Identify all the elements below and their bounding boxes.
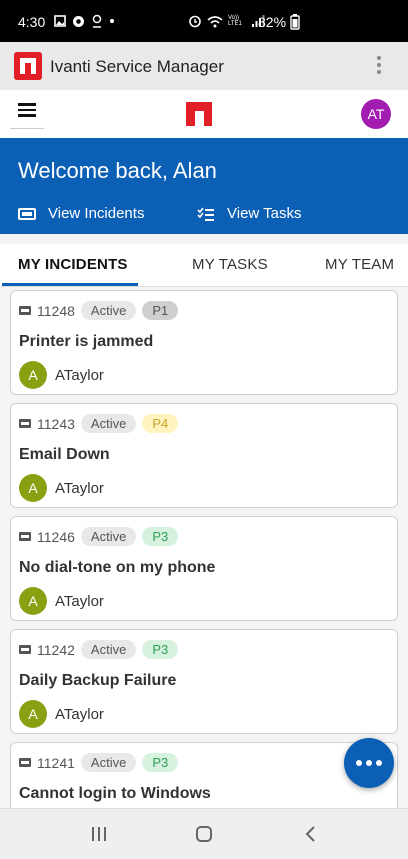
brand-logo-icon bbox=[186, 102, 212, 126]
dot-icon bbox=[366, 760, 372, 766]
priority-badge: P3 bbox=[142, 640, 179, 659]
incident-card[interactable]: 11243 Active P4 Email Down A ATaylor bbox=[10, 403, 398, 508]
status-badge: Active bbox=[80, 527, 137, 546]
incident-card[interactable]: 11241 Active P3 Cannot login to Windows bbox=[10, 742, 398, 808]
ivanti-logo-icon bbox=[14, 52, 42, 80]
incident-title: Email Down bbox=[19, 446, 110, 463]
incident-id: 11241 bbox=[37, 754, 75, 771]
incident-meta: 11243 Active P4 bbox=[19, 414, 179, 433]
view-tasks-label: View Tasks bbox=[227, 205, 302, 222]
assignee-name: ATaylor bbox=[55, 479, 104, 497]
welcome-banner: Welcome back, Alan View Incidents View T… bbox=[0, 138, 408, 234]
image-icon bbox=[54, 15, 66, 27]
incident-meta: 11241 Active P3 bbox=[19, 753, 179, 772]
assignee-avatar: A bbox=[19, 474, 47, 502]
assignee-name: ATaylor bbox=[55, 366, 104, 384]
battery-status: 82% bbox=[258, 14, 300, 30]
top-navigation: AT bbox=[0, 90, 408, 139]
incident-assignee: A ATaylor bbox=[19, 361, 104, 389]
ticket-icon bbox=[19, 306, 31, 315]
incident-assignee: A ATaylor bbox=[19, 700, 104, 728]
view-tasks-button[interactable]: View Tasks bbox=[197, 205, 301, 222]
dot-icon bbox=[110, 19, 114, 23]
ticket-icon bbox=[19, 758, 31, 767]
status-time: 4:30 bbox=[18, 14, 46, 30]
more-actions-button[interactable] bbox=[344, 738, 394, 788]
ticket-icon bbox=[19, 419, 31, 428]
priority-badge: P3 bbox=[142, 753, 179, 772]
wifi-icon bbox=[207, 15, 223, 27]
system-nav-bar bbox=[0, 808, 408, 859]
incident-meta: 11248 Active P1 bbox=[19, 301, 179, 320]
app-bar: Ivanti Service Manager bbox=[0, 42, 408, 91]
recents-icon[interactable] bbox=[84, 823, 114, 845]
dot-icon bbox=[376, 760, 382, 766]
menu-icon[interactable] bbox=[10, 100, 44, 129]
welcome-heading: Welcome back, Alan bbox=[18, 158, 217, 183]
incident-id: 11243 bbox=[37, 415, 75, 432]
assignee-avatar: A bbox=[19, 587, 47, 615]
checklist-icon bbox=[197, 207, 214, 221]
home-icon[interactable] bbox=[189, 823, 219, 845]
priority-badge: P4 bbox=[142, 414, 179, 433]
incident-title: Printer is jammed bbox=[19, 333, 154, 350]
status-bar: 4:30 Vo)) LTE1 82% bbox=[0, 0, 408, 42]
priority-badge: P1 bbox=[142, 301, 179, 320]
battery-percent: 82% bbox=[258, 14, 287, 30]
record-icon bbox=[73, 15, 84, 27]
ticket-icon bbox=[19, 645, 31, 654]
tab-my-tasks[interactable]: MY TASKS bbox=[192, 256, 268, 273]
user-avatar[interactable]: AT bbox=[361, 99, 391, 129]
incident-meta: 11246 Active P3 bbox=[19, 527, 179, 546]
alarm-icon bbox=[189, 15, 201, 28]
incident-card[interactable]: 11246 Active P3 No dial-tone on my phone… bbox=[10, 516, 398, 621]
app-title: Ivanti Service Manager bbox=[50, 57, 224, 76]
view-incidents-button[interactable]: View Incidents bbox=[18, 205, 144, 222]
view-incidents-label: View Incidents bbox=[48, 205, 145, 222]
overflow-menu-button[interactable] bbox=[372, 54, 386, 78]
assignee-avatar: A bbox=[19, 361, 47, 389]
incident-card[interactable]: 11248 Active P1 Printer is jammed A ATay… bbox=[10, 290, 398, 395]
dot-icon bbox=[356, 760, 362, 766]
tab-my-team[interactable]: MY TEAM bbox=[325, 256, 394, 273]
incident-title: Cannot login to Windows bbox=[19, 785, 211, 802]
incident-title: No dial-tone on my phone bbox=[19, 559, 216, 576]
network-label: Vo)) LTE1 bbox=[228, 15, 242, 27]
location-icon bbox=[92, 14, 102, 28]
system-icons: Vo)) LTE1 bbox=[188, 14, 265, 28]
priority-badge: P3 bbox=[142, 527, 179, 546]
ticket-icon bbox=[19, 532, 31, 541]
assignee-name: ATaylor bbox=[55, 592, 104, 610]
status-badge: Active bbox=[80, 301, 137, 320]
battery-icon bbox=[290, 14, 300, 30]
incident-card[interactable]: 11242 Active P3 Daily Backup Failure A A… bbox=[10, 629, 398, 734]
incident-id: 11248 bbox=[37, 302, 75, 319]
tab-my-incidents[interactable]: MY INCIDENTS bbox=[18, 256, 128, 273]
back-icon[interactable] bbox=[296, 823, 326, 845]
incident-title: Daily Backup Failure bbox=[19, 672, 177, 689]
status-badge: Active bbox=[80, 640, 137, 659]
notification-icons bbox=[54, 14, 115, 28]
incident-assignee: A ATaylor bbox=[19, 474, 104, 502]
incident-id: 11242 bbox=[37, 641, 75, 658]
status-badge: Active bbox=[80, 753, 137, 772]
incident-assignee: A ATaylor bbox=[19, 587, 104, 615]
tab-bar: MY INCIDENTS MY TASKS MY TEAM bbox=[0, 244, 408, 287]
assignee-avatar: A bbox=[19, 700, 47, 728]
incident-id: 11246 bbox=[37, 528, 75, 545]
incident-meta: 11242 Active P3 bbox=[19, 640, 179, 659]
ticket-icon bbox=[18, 207, 36, 220]
active-tab-indicator bbox=[2, 283, 138, 286]
status-badge: Active bbox=[80, 414, 137, 433]
assignee-name: ATaylor bbox=[55, 705, 104, 723]
